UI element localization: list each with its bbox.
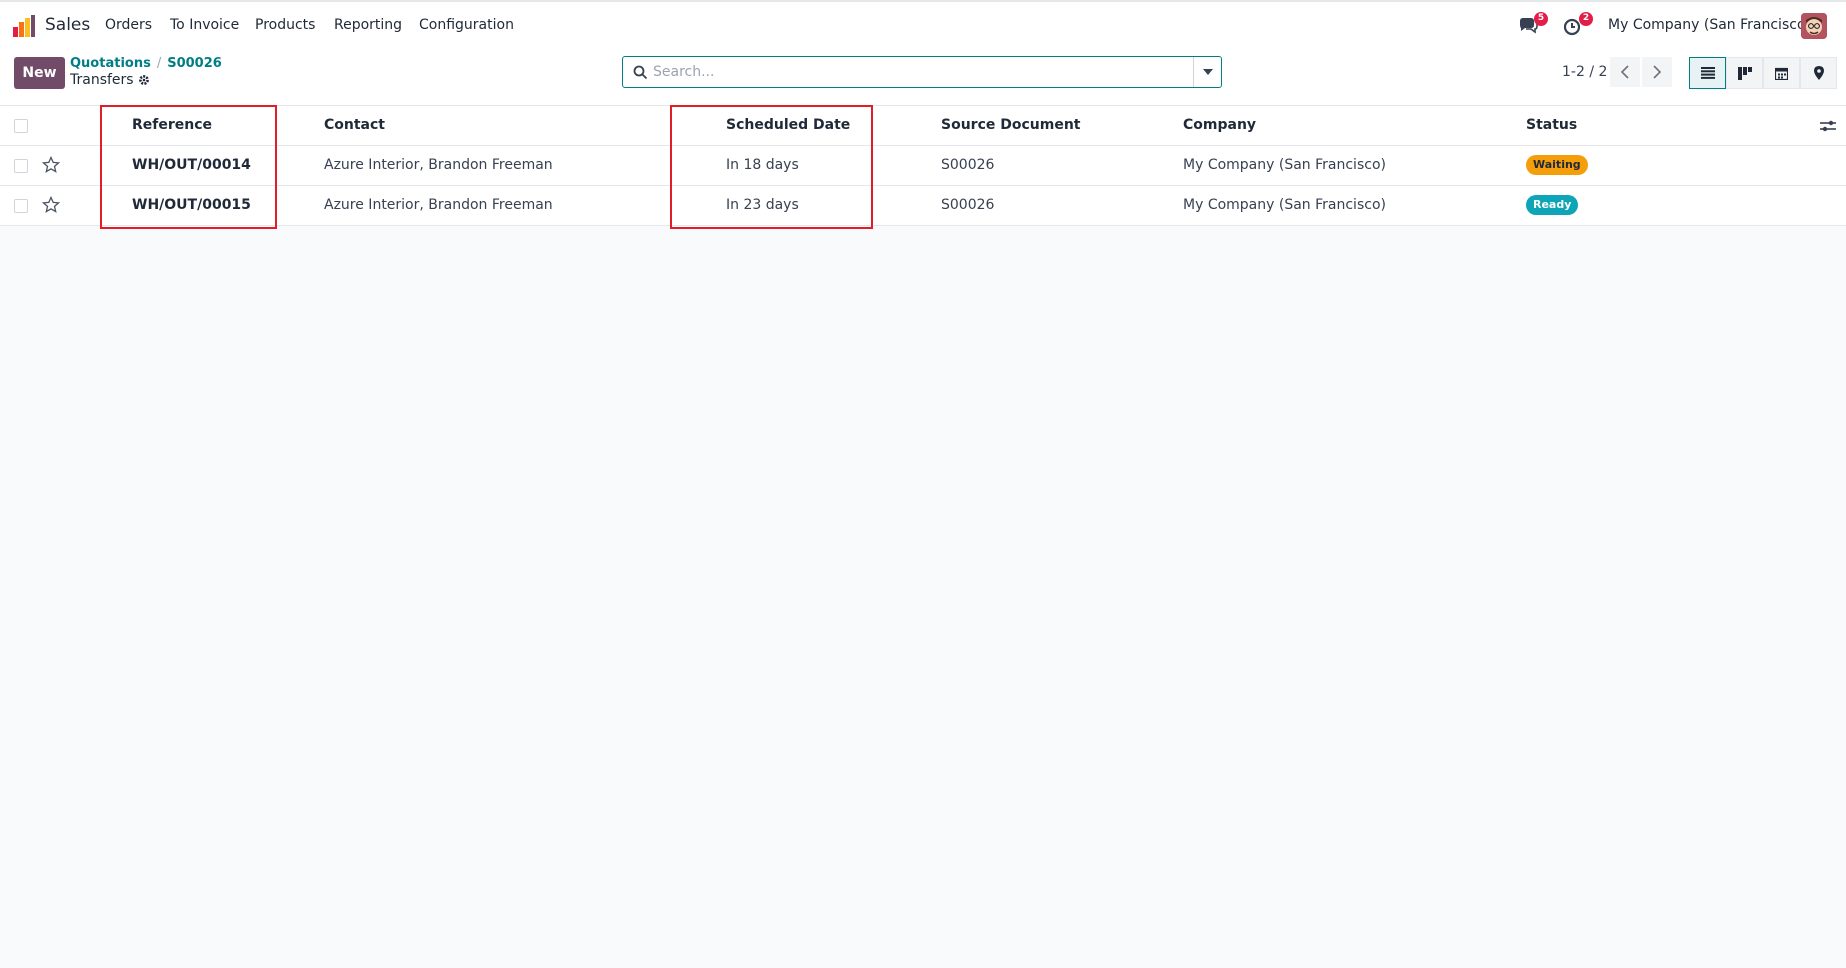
cell-source-document: S00026 [941, 197, 995, 213]
menu-configuration[interactable]: Configuration [419, 17, 514, 33]
chevron-right-icon [1653, 65, 1662, 79]
list-icon [1700, 67, 1715, 79]
column-header-source-document[interactable]: Source Document [941, 117, 1081, 133]
row-checkbox[interactable] [14, 159, 28, 173]
caret-down-icon [1202, 69, 1213, 75]
control-panel: New Quotations / S00026 Transfers 1-2 / 2 [0, 49, 1846, 106]
search-options-toggle[interactable] [1193, 57, 1221, 87]
cell-reference: WH/OUT/00014 [132, 157, 251, 173]
cell-source-document: S00026 [941, 157, 995, 173]
column-header-status[interactable]: Status [1526, 117, 1577, 133]
sales-app-icon[interactable] [12, 15, 36, 37]
column-header-scheduled-date[interactable]: Scheduled Date [726, 117, 850, 133]
activities-count-badge: 2 [1579, 12, 1593, 26]
cell-scheduled-date: In 18 days [726, 157, 799, 173]
user-avatar[interactable] [1801, 13, 1827, 39]
calendar-view-button[interactable] [1763, 57, 1800, 89]
breadcrumb-separator: / [156, 56, 162, 71]
cell-company: My Company (San Francisco) [1183, 197, 1386, 213]
status-badge: Waiting [1526, 155, 1588, 175]
menu-to-invoice[interactable]: To Invoice [170, 17, 239, 33]
new-button[interactable]: New [14, 57, 65, 89]
row-checkbox[interactable] [14, 199, 28, 213]
top-navbar: Sales Orders To Invoice Products Reporti… [0, 0, 1846, 49]
transfers-list: Reference Contact Scheduled Date Source … [0, 106, 1846, 226]
cell-scheduled-date: In 23 days [726, 197, 799, 213]
search-bar [622, 56, 1222, 88]
kanban-view-button[interactable] [1726, 57, 1763, 89]
gear-icon[interactable] [138, 74, 150, 86]
select-all-checkbox[interactable] [14, 119, 28, 133]
calendar-icon [1775, 67, 1788, 80]
activities-button[interactable]: 2 [1562, 12, 1593, 37]
messages-count-badge: 5 [1534, 12, 1548, 26]
pager-next-button[interactable] [1642, 57, 1672, 87]
cell-company: My Company (San Francisco) [1183, 157, 1386, 173]
cell-reference: WH/OUT/00015 [132, 197, 251, 213]
map-view-button[interactable] [1800, 57, 1837, 89]
breadcrumb-order[interactable]: S00026 [167, 56, 222, 71]
table-header: Reference Contact Scheduled Date Source … [0, 106, 1846, 146]
column-header-contact[interactable]: Contact [324, 117, 385, 133]
avatar-image [1801, 13, 1827, 39]
pager-previous-button[interactable] [1610, 57, 1640, 87]
search-input[interactable] [653, 60, 1203, 84]
cell-contact: Azure Interior, Brandon Freeman [324, 157, 553, 173]
star-icon[interactable] [42, 156, 60, 174]
star-icon[interactable] [42, 196, 60, 214]
table-row[interactable]: WH/OUT/00014 Azure Interior, Brandon Fre… [0, 146, 1846, 186]
company-switcher[interactable]: My Company (San Francisco) [1608, 17, 1811, 33]
menu-reporting[interactable]: Reporting [334, 17, 402, 33]
menu-products[interactable]: Products [255, 17, 315, 33]
breadcrumb: Quotations / S00026 [70, 56, 222, 71]
map-marker-icon [1813, 66, 1824, 80]
list-view-button[interactable] [1689, 57, 1726, 89]
menu-orders[interactable]: Orders [105, 17, 152, 33]
pager-value[interactable]: 1-2 / 2 [1562, 64, 1607, 80]
breadcrumb-quotations[interactable]: Quotations [70, 56, 151, 71]
optional-columns-toggle-icon[interactable] [1820, 119, 1836, 133]
cell-contact: Azure Interior, Brandon Freeman [324, 197, 553, 213]
chevron-left-icon [1620, 65, 1629, 79]
kanban-icon [1737, 66, 1752, 80]
messages-button[interactable]: 5 [1517, 12, 1548, 37]
page-title: Transfers [70, 72, 150, 88]
column-header-reference[interactable]: Reference [132, 117, 212, 133]
status-badge: Ready [1526, 195, 1579, 215]
table-row[interactable]: WH/OUT/00015 Azure Interior, Brandon Fre… [0, 186, 1846, 226]
app-name[interactable]: Sales [45, 15, 90, 35]
current-view-title: Transfers [70, 72, 134, 88]
column-header-company[interactable]: Company [1183, 117, 1256, 133]
search-icon [633, 65, 648, 80]
